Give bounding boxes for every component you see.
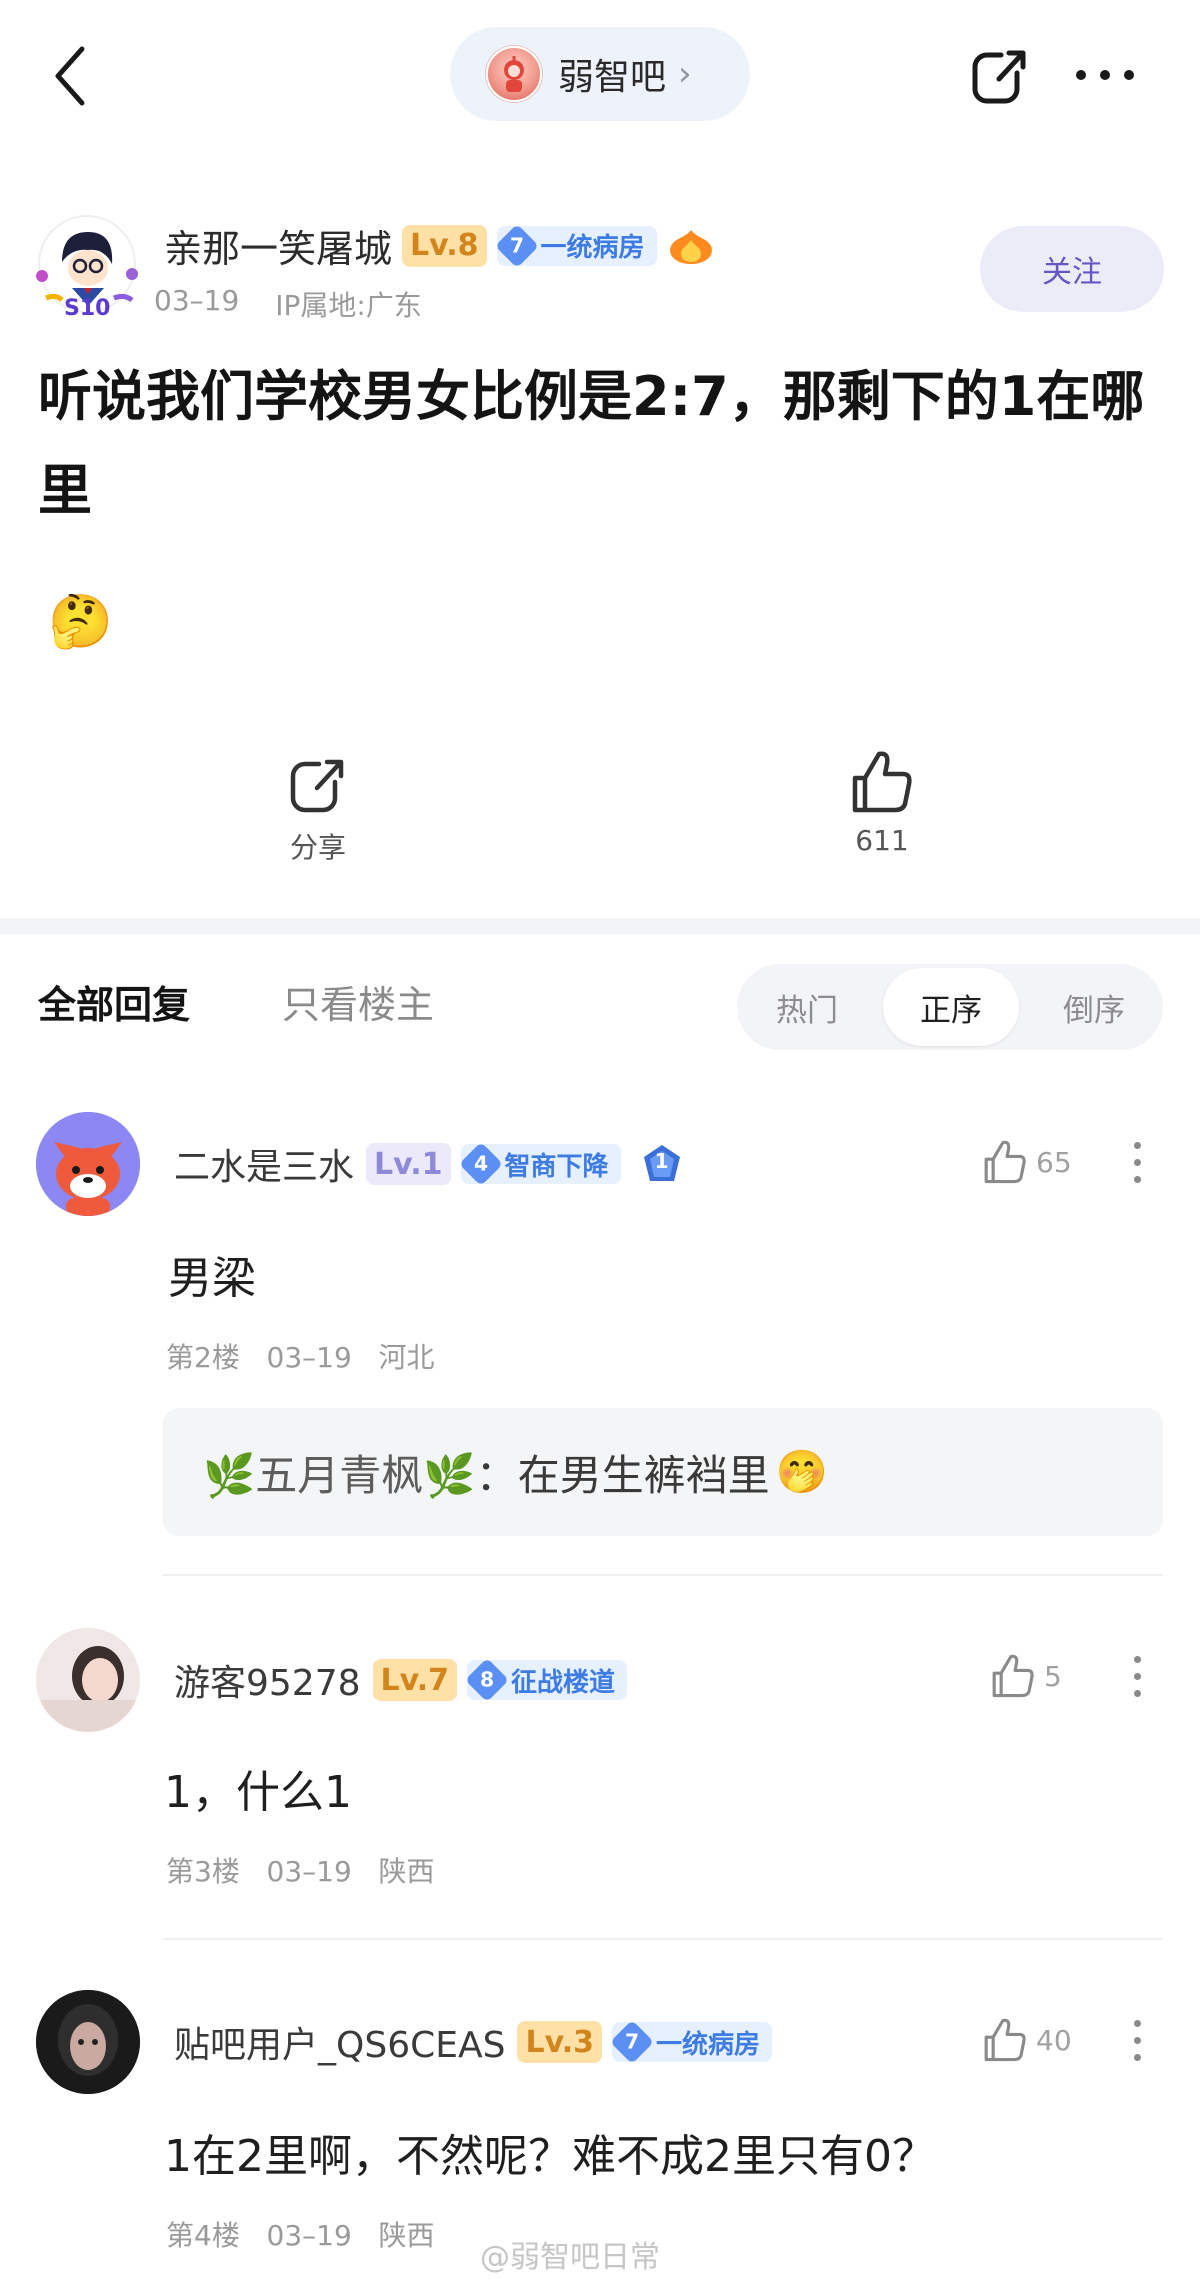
share-action[interactable]: 分享 [276, 754, 360, 866]
rank-diamond-icon: 7 [494, 223, 539, 268]
sub-reply-text: ：在男生裤裆里 [475, 1450, 770, 1500]
comment-rank-badge: 8 征战楼道 [464, 1657, 628, 1703]
comment-meta: 第3楼 03–19 陕西 [166, 1855, 435, 1888]
forum-mascot-icon [504, 56, 524, 92]
rank-diamond-icon: 8 [464, 1657, 510, 1703]
like-count: 611 [855, 824, 909, 857]
comment-body: 男梁 [168, 1253, 256, 1304]
comment-body: 1在2里啊，不然呢？难不成2里只有0？ [164, 2131, 936, 2182]
comment-like-count: 40 [1036, 2023, 1072, 2057]
tab-all-replies[interactable]: 全部回复 [38, 974, 190, 1029]
share-icon [290, 759, 344, 813]
tab-op-only[interactable]: 只看楼主 [282, 974, 434, 1029]
comment-avatar[interactable] [36, 1112, 140, 1216]
rank-title: 征战楼道 [511, 1667, 616, 1698]
avatar-season-badge: S10 [64, 296, 111, 321]
comment-divider [163, 1938, 1163, 1940]
comment-like[interactable]: 5 [990, 1652, 1062, 1700]
medal-badge-icon: 1 [641, 1143, 683, 1185]
forum-pill[interactable]: 弱智吧 › [450, 27, 750, 121]
share-top-button[interactable] [962, 38, 1038, 114]
rank-diamond-icon: 4 [458, 1141, 503, 1187]
rank-diamond-icon: 7 [609, 2019, 655, 2065]
thumbs-up-icon [984, 1140, 1026, 1184]
comment-user[interactable]: 贴吧用户_QS6CEAS [174, 2016, 505, 2068]
author-info-row: 亲那一笑屠城 Lv.8 7 一统病房 [164, 218, 715, 273]
portrait-avatar-image [36, 1628, 140, 1732]
thumbs-up-icon [992, 1654, 1034, 1698]
comment-body: 1，什么1 [164, 1767, 352, 1818]
thumbs-up-icon [852, 751, 912, 813]
sub-reply-user[interactable]: 🌿五月青枫🌿 [203, 1442, 476, 1503]
comment-header: 二水是三水 Lv.1 4 智商下降 1 [174, 1138, 683, 1190]
rank-title: 一统病房 [540, 233, 645, 263]
share-label: 分享 [289, 831, 346, 864]
comment-avatar[interactable] [36, 1990, 140, 2094]
share-icon [972, 50, 1026, 104]
follow-button[interactable]: 关注 [980, 226, 1164, 312]
comment-meta: 第2楼 03–19 河北 [166, 1341, 435, 1374]
sort-selector: 热门 正序 倒序 [737, 964, 1163, 1050]
post-emoji: 🤔 [48, 592, 113, 652]
back-button[interactable] [40, 38, 100, 114]
comment-level-badge: Lv.1 [366, 1143, 451, 1185]
flame-badge-icon [669, 229, 712, 264]
fox-avatar-image [36, 1112, 140, 1216]
comment-level-badge: Lv.3 [517, 2021, 602, 2063]
author-rank-badge: 7 一统病房 [494, 223, 657, 268]
comment-user[interactable]: 游客95278 [174, 1654, 361, 1706]
section-divider [0, 918, 1200, 934]
comment-header: 贴吧用户_QS6CEAS Lv.3 7 一统病房 [174, 2016, 772, 2068]
sub-reply-emoji: 🤭 [775, 1447, 828, 1496]
comment-avatar[interactable] [36, 1628, 140, 1732]
chevron-right-icon: › [678, 54, 692, 94]
comment-meta: 第4楼 03–19 陕西 [166, 2219, 435, 2252]
comment-rank-badge: 7 一统病房 [609, 2019, 772, 2065]
post-date: 03–19 [154, 284, 240, 317]
post-title: 听说我们学校男女比例是2:7，那剩下的1在哪里 [38, 365, 1145, 522]
author-name[interactable]: 亲那一笑屠城 [164, 218, 392, 273]
like-action[interactable]: 611 [842, 748, 922, 857]
more-button[interactable] [1070, 50, 1140, 100]
comment-more-button[interactable] [1132, 2020, 1142, 2061]
comment-like[interactable]: 40 [982, 2016, 1072, 2064]
comment-divider [163, 1574, 1163, 1576]
author-avatar[interactable]: S10 [32, 214, 142, 324]
portrait-avatar-image [36, 1990, 140, 2094]
comment-like-count: 65 [1036, 1145, 1072, 1179]
comment-header: 游客95278 Lv.7 8 征战楼道 [174, 1654, 628, 1706]
forum-avatar [486, 46, 542, 102]
rank-title: 智商下降 [504, 1151, 609, 1182]
more-dots-icon [1076, 70, 1134, 80]
comment-more-button[interactable] [1132, 1656, 1142, 1697]
sub-reply-box[interactable]: 🌿五月青枫🌿 ：在男生裤裆里 🤭 [163, 1408, 1163, 1536]
forum-name: 弱智吧 [558, 57, 667, 98]
back-arrow-icon [55, 46, 85, 106]
comment-user[interactable]: 二水是三水 [174, 1138, 354, 1190]
thumbs-up-icon [984, 2018, 1026, 2062]
sort-hot[interactable]: 热门 [737, 964, 877, 1050]
post-ip: IP属地:广东 [275, 289, 422, 322]
post-meta-row: 03–19 IP属地:广东 [154, 284, 422, 324]
sort-descending[interactable]: 倒序 [1025, 964, 1163, 1050]
comment-level-badge: Lv.7 [372, 1659, 458, 1701]
comment-like-count: 5 [1044, 1659, 1062, 1693]
watermark: @弱智吧日常 [480, 2240, 660, 2275]
author-level-badge: Lv.8 [402, 224, 487, 267]
comment-like[interactable]: 65 [982, 1138, 1072, 1186]
sort-ascending[interactable]: 正序 [883, 968, 1019, 1046]
comment-rank-badge: 4 智商下降 [458, 1141, 621, 1187]
rank-title: 一统病房 [655, 2029, 760, 2060]
comment-more-button[interactable] [1132, 1142, 1142, 1183]
